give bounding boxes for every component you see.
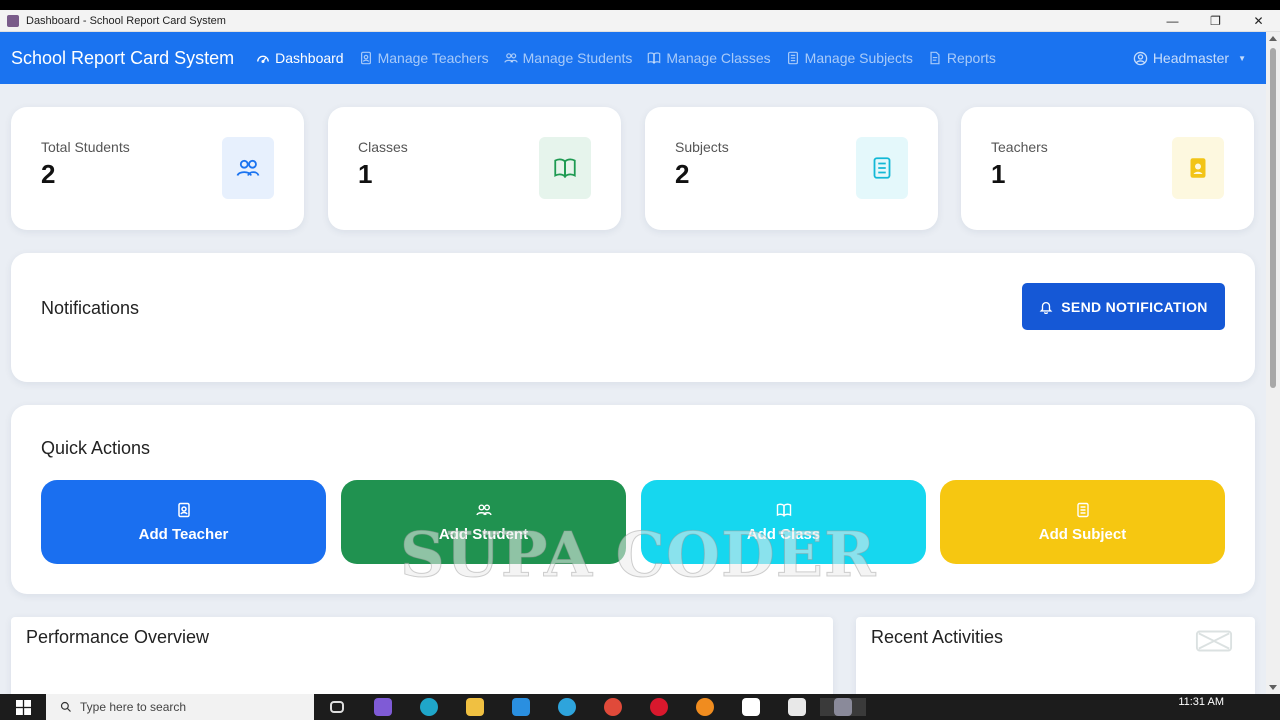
performance-overview-card: Performance Overview [11,617,833,694]
scroll-thumb[interactable] [1270,48,1276,388]
speedometer-icon [257,55,269,64]
brand-title[interactable]: School Report Card System [11,48,234,69]
nav-label: Manage Subjects [804,50,913,66]
nav-item-manage-students[interactable]: Manage Students [503,50,633,66]
nav-item-reports[interactable]: Reports [928,50,996,66]
close-icon[interactable]: ✕ [1237,10,1280,32]
telegram-icon[interactable] [544,698,590,716]
stat-value: 2 [41,159,56,189]
stat-card-teachers: Teachers 1 [961,107,1254,230]
capcut-icon[interactable] [728,698,774,716]
firefox-icon[interactable] [682,698,728,716]
capcut-editor-icon[interactable] [774,698,820,716]
file-explorer-icon[interactable] [452,698,498,716]
people-icon [222,137,274,199]
opera-icon[interactable] [636,698,682,716]
send-notification-label: SEND NOTIFICATION [1061,298,1208,315]
screen-frame [0,0,1280,10]
quick-action-label: Add Subject [1038,525,1127,543]
chrome-icon[interactable] [590,698,636,716]
nav-item-manage-classes[interactable]: Manage Classes [647,50,771,66]
people-icon [475,504,492,515]
page-scrollbar[interactable] [1266,32,1280,694]
stat-value: 1 [991,159,1006,189]
windows-taskbar: Type here to search 11:31 AM [0,694,1280,720]
dashboard-content: Total Students 2 Classes 1 Subjects 2 Te… [0,84,1266,694]
window-title: Dashboard - School Report Card System [26,14,226,27]
file-text-icon [930,51,940,65]
book-icon [776,503,791,517]
scroll-down-icon[interactable] [1269,685,1277,690]
quick-actions-card: Quick Actions Add Teacher Add Student Ad… [11,405,1255,594]
stat-value: 2 [675,159,690,189]
notifications-card: Notifications SEND NOTIFICATION [11,253,1255,382]
nav-item-manage-teachers[interactable]: Manage Teachers [359,50,489,66]
quick-action-label: Add Class [746,525,821,543]
windows-logo-icon [15,699,31,715]
nav-item-dashboard[interactable]: Dashboard [256,50,344,66]
performance-title: Performance Overview [26,627,210,647]
user-name: Headmaster [1152,50,1230,66]
report-card-app-icon[interactable] [820,698,866,716]
nav-label: Manage Classes [666,50,771,66]
person-badge-icon [177,502,190,517]
search-placeholder: Type here to search [80,700,187,714]
person-circle-icon [1133,51,1148,65]
nav-label: Manage Teachers [377,50,489,66]
edge-icon[interactable] [406,698,452,716]
book-icon [539,137,591,199]
bell-icon [1039,301,1053,314]
stat-label: Classes [358,139,408,155]
add-teacher-button[interactable]: Add Teacher [41,480,326,564]
taskbar-search-input[interactable]: Type here to search [46,694,314,720]
restore-icon[interactable]: ❐ [1194,10,1237,32]
stat-label: Teachers [991,139,1048,155]
nav-label: Reports [946,50,996,66]
top-navbar: School Report Card System Dashboard Mana… [0,32,1266,84]
stat-card-students: Total Students 2 [11,107,304,230]
add-subject-button[interactable]: Add Subject [940,480,1225,564]
send-notification-button[interactable]: SEND NOTIFICATION [1022,283,1225,330]
minimize-icon[interactable]: — [1151,10,1194,32]
person-badge-icon [1172,137,1224,199]
add-student-button[interactable]: Add Student [341,480,626,564]
search-icon [60,701,71,712]
window-controls: — ❐ ✕ [1151,10,1280,32]
app-icon [7,14,19,27]
stat-label: Total Students [41,139,130,155]
book-icon [648,52,661,65]
taskbar-clock[interactable]: 11:31 AM [1178,696,1224,708]
user-menu[interactable]: Headmaster ▼ [1133,50,1246,66]
stat-label: Subjects [675,139,729,155]
capcut-logo-icon [1195,630,1233,652]
nav-item-manage-subjects[interactable]: Manage Subjects [786,50,913,66]
start-button[interactable] [0,699,46,715]
stat-card-subjects: Subjects 2 [645,107,938,230]
journal-icon [1076,502,1089,517]
add-class-button[interactable]: Add Class [641,480,926,564]
visual-studio-icon[interactable] [360,698,406,716]
nav-label: Manage Students [522,50,633,66]
quick-actions-title: Quick Actions [41,438,151,458]
recent-activities-card: Recent Activities [856,617,1255,694]
window-titlebar: Dashboard - School Report Card System — … [0,10,1280,32]
task-view-icon[interactable] [314,701,360,713]
people-icon [503,53,518,63]
caret-down-icon: ▼ [1238,53,1246,63]
stat-value: 1 [358,159,373,189]
journal-icon [856,137,908,199]
stat-card-classes: Classes 1 [328,107,621,230]
journal-icon [787,51,798,65]
scroll-up-icon[interactable] [1269,36,1277,41]
vscode-icon[interactable] [498,698,544,716]
nav-label: Dashboard [275,50,344,66]
quick-action-label: Add Teacher [138,525,229,543]
quick-action-label: Add Student [438,525,529,543]
notifications-title: Notifications [41,298,140,318]
person-badge-icon [360,51,371,65]
recent-title: Recent Activities [871,627,1004,647]
